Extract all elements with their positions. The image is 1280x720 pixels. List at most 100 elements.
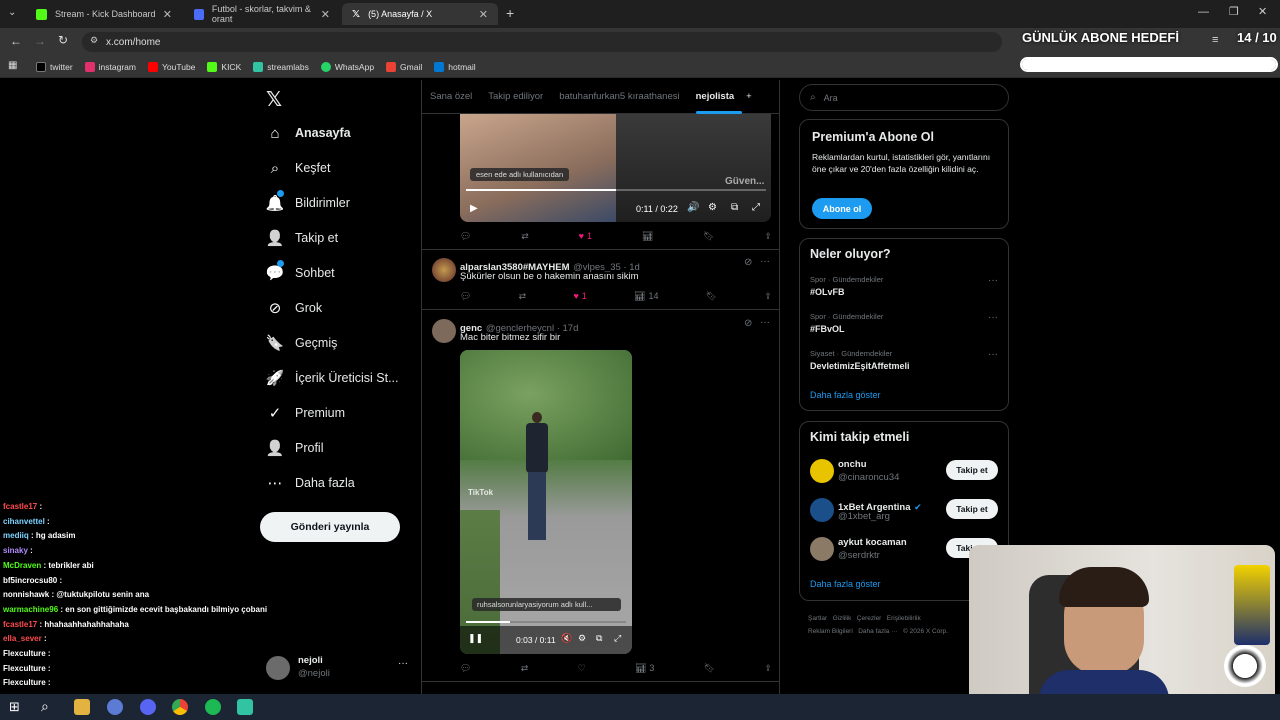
obs-icon[interactable]: [107, 699, 123, 715]
reload-icon[interactable]: ↻: [58, 33, 68, 47]
avatar[interactable]: [432, 319, 456, 343]
more-options-icon[interactable]: ···: [398, 658, 408, 669]
bookmark-instagram[interactable]: instagram: [84, 61, 136, 72]
close-icon[interactable]: ✕: [479, 8, 488, 21]
reply-icon[interactable]: 💬︎: [460, 231, 471, 242]
more-options-icon[interactable]: ···: [988, 275, 998, 286]
bookmark-icon[interactable]: 🔖︎: [703, 231, 714, 242]
settings-icon[interactable]: ⚙: [708, 202, 717, 213]
retweet-icon[interactable]: ⇄: [521, 231, 529, 242]
bookmark-gmail[interactable]: Gmail: [386, 61, 422, 72]
chat-username[interactable]: fcastle17: [3, 502, 37, 511]
grok-icon[interactable]: ⊘: [744, 318, 752, 329]
avatar[interactable]: [432, 258, 456, 282]
bookmark-whatsapp[interactable]: WhatsApp: [320, 61, 374, 72]
maximize-icon[interactable]: ❐: [1229, 5, 1239, 18]
discord-icon[interactable]: [140, 699, 156, 715]
chat-username[interactable]: nonnishawk: [3, 590, 49, 599]
subscribe-button[interactable]: Abone ol: [812, 198, 872, 219]
pause-icon[interactable]: ❚❚: [468, 633, 483, 644]
tweet1-video[interactable]: esen ede adlı kullanıcıdan Güven... ▶ 0:…: [460, 114, 771, 222]
search-input[interactable]: ⌕ Ara: [799, 84, 1009, 111]
window-close-icon[interactable]: ✕: [1258, 5, 1267, 18]
nav-item-premium[interactable]: ✓ Premium: [266, 399, 345, 427]
trend-item[interactable]: Siyaset · Gündemdekiler DevletimizEşitAf…: [800, 347, 1008, 381]
streamlabs-icon[interactable]: [237, 699, 253, 715]
retweet-icon[interactable]: ⇄: [519, 291, 527, 302]
show-more-link[interactable]: Daha fazla göster: [810, 390, 881, 400]
heart-icon[interactable]: ♡: [578, 663, 586, 674]
footer-link[interactable]: Şartlar: [808, 615, 827, 622]
bookmark-icon[interactable]: 🔖︎: [706, 291, 717, 302]
play-icon[interactable]: ▶: [470, 203, 478, 214]
bookmark-streamlabs[interactable]: streamlabs: [253, 61, 309, 72]
tweet3-video[interactable]: TikTok ruhsalsorunlaryasiyorum adlı kull…: [460, 350, 632, 654]
browser-tab-futbol[interactable]: Futbol - skorlar, takvim & orant ✕: [184, 3, 340, 25]
bookmark-kick[interactable]: KICK: [207, 61, 241, 72]
share-icon[interactable]: ⇪: [764, 291, 772, 302]
views-button[interactable]: 📊︎ 3: [635, 663, 654, 674]
chat-username[interactable]: warmachine96: [3, 605, 58, 614]
volume-icon[interactable]: 🔊: [687, 202, 699, 213]
taskbar-search-icon[interactable]: ⌕: [41, 698, 49, 715]
nav-item-more[interactable]: ⋯ Daha fazla: [266, 469, 355, 497]
url-field[interactable]: ⚙ x.com/home: [82, 32, 1002, 52]
footer-link[interactable]: Reklam Bilgileri: [808, 628, 853, 635]
add-tab-icon[interactable]: +: [742, 80, 760, 114]
fullscreen-icon[interactable]: ⤢: [752, 202, 760, 213]
tab-following[interactable]: Takip ediliyor: [480, 80, 551, 114]
new-tab-icon[interactable]: +: [506, 5, 514, 21]
mute-icon[interactable]: 🔇: [561, 633, 572, 644]
close-icon[interactable]: ✕: [163, 8, 172, 21]
settings-icon[interactable]: ⚙: [578, 633, 586, 644]
chat-username[interactable]: Flexculture: [3, 649, 46, 658]
follow-suggestion[interactable]: onchu @cinaroncu34 Takip et: [800, 456, 1008, 488]
tab-list-kiraathane[interactable]: batuhanfurkan5 kıraathanesi: [551, 80, 687, 114]
file-explorer-icon[interactable]: [74, 699, 90, 715]
footer-link[interactable]: Çerezler: [857, 615, 882, 622]
tab-list-nejolista[interactable]: nejolista: [688, 80, 743, 114]
chrome-icon[interactable]: [172, 699, 188, 715]
tab-for-you[interactable]: Sana özel: [422, 80, 480, 114]
more-options-icon[interactable]: ···: [988, 312, 998, 323]
close-icon[interactable]: ✕: [321, 8, 330, 21]
follow-suggestion[interactable]: 1xBet Argentina ✔ @1xbet_arg Takip et: [800, 495, 1008, 527]
chat-username[interactable]: cihanvettel: [3, 517, 45, 526]
chat-username[interactable]: McDraven: [3, 561, 41, 570]
bookmark-hotmail[interactable]: hotmail: [434, 61, 476, 72]
reply-icon[interactable]: 💬︎: [460, 663, 471, 674]
grok-icon[interactable]: ⊘: [744, 257, 752, 268]
menu-icon[interactable]: ≡: [1212, 34, 1218, 46]
pip-icon[interactable]: ⧉: [596, 633, 602, 644]
spotify-icon[interactable]: [205, 699, 221, 715]
share-icon[interactable]: ⇪: [764, 663, 772, 674]
show-more-link[interactable]: Daha fazla göster: [810, 579, 881, 589]
chat-username[interactable]: bf5incrocsu80: [3, 576, 57, 585]
site-info-icon[interactable]: ⚙: [90, 35, 98, 46]
bookmark-twitter[interactable]: twitter: [36, 61, 73, 72]
follow-button[interactable]: Takip et: [946, 499, 998, 519]
bookmark-icon[interactable]: 🔖︎: [704, 663, 715, 674]
nav-item-home[interactable]: ⌂ Anasayfa: [266, 119, 350, 147]
follow-button[interactable]: Takip et: [946, 460, 998, 480]
more-options-icon[interactable]: ···: [760, 317, 770, 328]
nav-item-rocket[interactable]: 🚀 İçerik Üreticisi St...: [266, 364, 399, 392]
chat-username[interactable]: Flexculture: [3, 664, 46, 673]
chat-username[interactable]: sinaky: [3, 546, 28, 555]
more-options-icon[interactable]: ···: [988, 349, 998, 360]
apps-grid-icon[interactable]: ▦: [8, 60, 17, 71]
forward-icon[interactable]: →: [34, 34, 46, 48]
nav-item-grok[interactable]: ⊘ Grok: [266, 294, 322, 322]
video-progress-bar[interactable]: [466, 189, 766, 191]
nav-item-search[interactable]: ⌕ Keşfet: [266, 154, 331, 182]
reply-icon[interactable]: 💬︎: [460, 291, 471, 302]
pip-icon[interactable]: ⧉: [731, 202, 738, 213]
footer-link[interactable]: Erişilebilirlik: [887, 615, 921, 622]
chat-username[interactable]: Flexculture: [3, 678, 46, 687]
views-icon[interactable]: 📊︎: [642, 231, 653, 242]
retweet-icon[interactable]: ⇄: [521, 663, 529, 674]
fullscreen-icon[interactable]: ⤢: [614, 633, 621, 644]
chat-username[interactable]: ella_sever: [3, 634, 42, 643]
more-options-icon[interactable]: ···: [760, 256, 770, 267]
views-button[interactable]: 📊︎ 14: [634, 291, 658, 302]
